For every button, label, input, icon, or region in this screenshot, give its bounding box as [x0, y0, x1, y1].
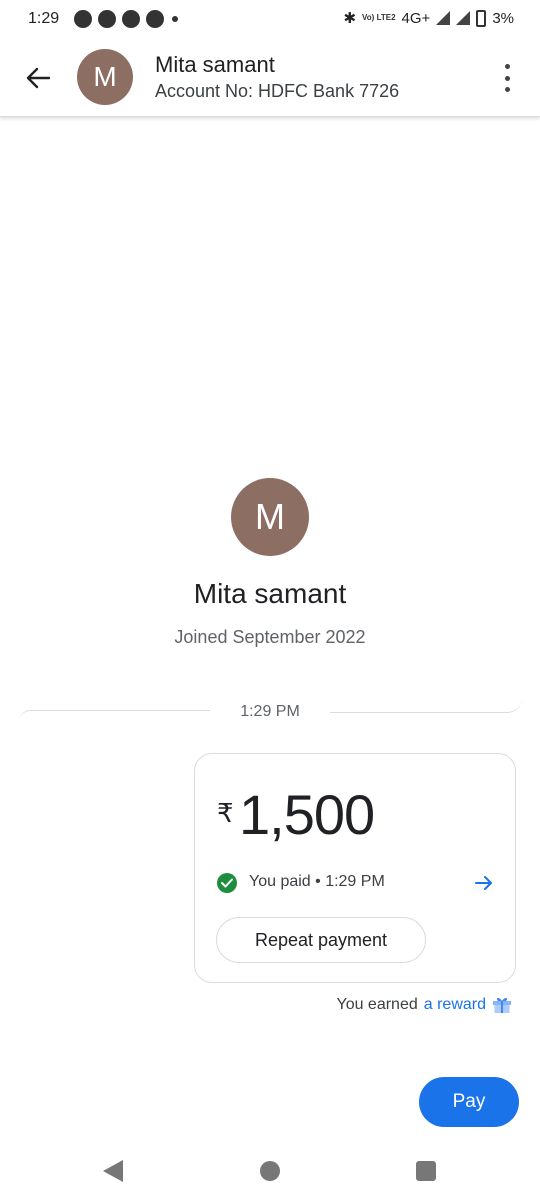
notification-icons — [74, 10, 178, 28]
more-notifications-icon — [172, 16, 178, 22]
repeat-payment-button[interactable]: Repeat payment — [216, 917, 426, 963]
reward-note: You earned a reward — [336, 996, 512, 1014]
signal-icon-2 — [456, 11, 471, 25]
more-dot-icon — [504, 75, 510, 81]
facebook-icon — [146, 10, 164, 28]
gift-icon — [493, 997, 511, 1013]
chat-header: M Mita samant Account No: HDFC Bank 7726 — [0, 38, 540, 117]
status-bar: 1:29 ✱ Vo) LTE2 4G+ 3% — [0, 0, 540, 38]
back-button[interactable] — [18, 58, 58, 98]
contact-name[interactable]: Mita samant — [155, 52, 275, 78]
reward-link[interactable]: a reward — [424, 996, 486, 1014]
status-time: 1:29 — [28, 10, 60, 27]
payment-amount: 1,500 — [239, 783, 375, 846]
reward-prefix: You earned — [336, 996, 418, 1013]
arrow-right-icon[interactable] — [473, 872, 495, 894]
signal-icon — [436, 11, 451, 25]
profile-avatar: M — [231, 478, 309, 556]
profile-name: Mita samant — [193, 578, 347, 609]
pay-button[interactable]: Pay — [419, 1077, 519, 1127]
more-dot-icon — [504, 64, 510, 69]
nav-home-icon[interactable] — [260, 1161, 280, 1181]
contact-avatar[interactable]: M — [77, 49, 133, 105]
currency-symbol: ₹ — [217, 798, 234, 828]
contact-account: Account No: HDFC Bank 7726 — [155, 81, 400, 101]
profile-joined: Joined September 2022 — [174, 627, 366, 647]
back-arrow-icon — [26, 67, 51, 89]
network-type: 4G+ — [401, 9, 431, 27]
message-icon — [98, 10, 116, 28]
check-circle-icon — [217, 873, 237, 893]
system-nav-bar — [0, 1145, 540, 1200]
more-dot-icon — [504, 87, 510, 92]
more-options-button[interactable] — [494, 64, 520, 92]
snapchat-icon — [74, 10, 92, 28]
chat-timestamp: 1:29 PM — [240, 703, 300, 720]
nav-recents-icon[interactable] — [416, 1161, 436, 1181]
nav-back-icon[interactable] — [103, 1160, 123, 1182]
battery-percent: 3% — [492, 9, 514, 27]
bluetooth-icon: ✱ — [343, 10, 357, 27]
volte-icon: Vo) LTE2 — [362, 13, 396, 22]
system-icons: ✱ Vo) LTE2 4G+ 3% — [343, 9, 514, 27]
compass-icon — [122, 10, 140, 28]
payment-card[interactable]: ₹ 1,500 You paid • 1:29 PM Repeat paymen… — [194, 753, 516, 983]
payment-status: You paid • 1:29 PM — [249, 873, 385, 890]
battery-icon — [476, 9, 487, 27]
